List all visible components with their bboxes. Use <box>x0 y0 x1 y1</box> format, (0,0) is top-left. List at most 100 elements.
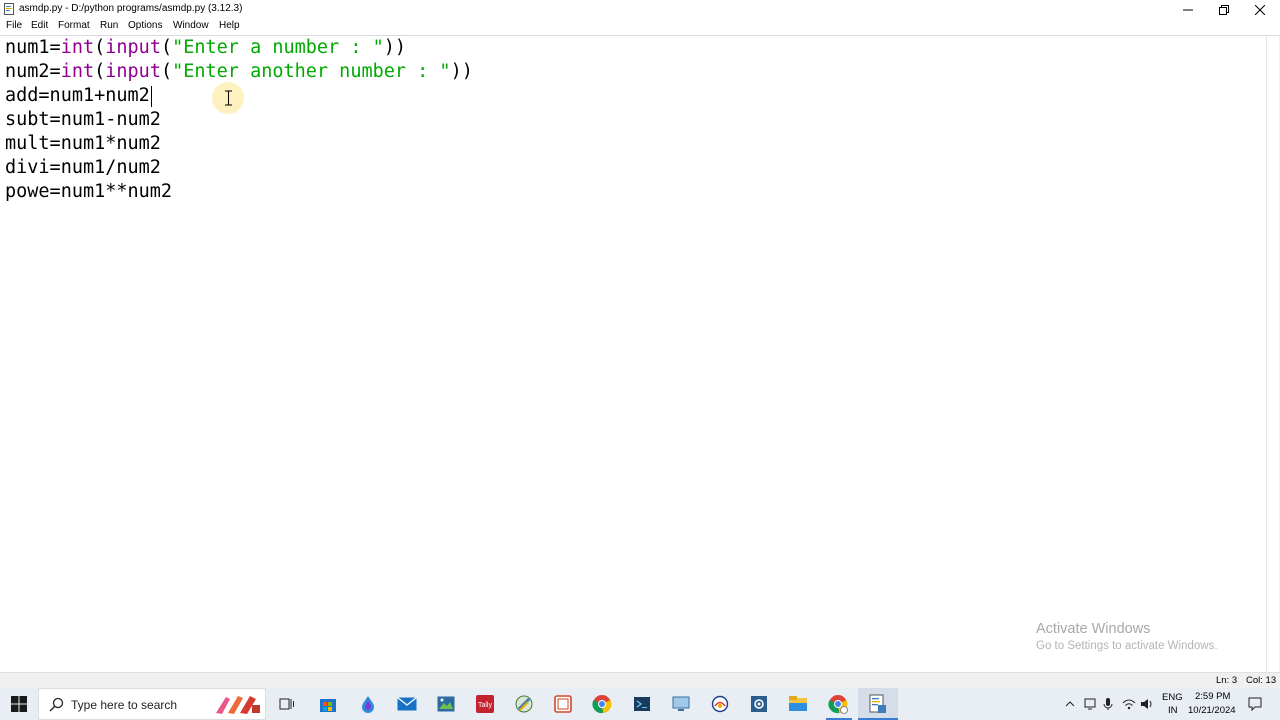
paint-icon <box>216 696 260 714</box>
close-button[interactable] <box>1242 0 1278 19</box>
clock[interactable]: 2:59 PM 10/21/2024 <box>1186 691 1238 717</box>
microphone-button[interactable] <box>1100 692 1116 716</box>
menu-window[interactable]: Window <box>173 20 209 31</box>
notification-icon <box>1248 697 1262 711</box>
svg-text:Tally: Tally <box>478 702 493 709</box>
store-icon <box>320 699 336 712</box>
search-icon <box>49 697 64 712</box>
code-line[interactable]: mult=num1*num2 <box>5 132 161 156</box>
code-line[interactable]: divi=num1/num2 <box>5 156 161 180</box>
terminal-app[interactable] <box>629 692 655 716</box>
builtin-token: input <box>105 61 161 82</box>
python-editor-icon <box>869 694 886 713</box>
code-line[interactable]: num2=int(input("Enter another number : "… <box>5 60 473 84</box>
menu-file[interactable]: File <box>6 20 22 31</box>
settings-icon <box>751 696 767 712</box>
file-explorer-app[interactable] <box>785 692 811 716</box>
tally-app[interactable]: Tally <box>472 692 498 716</box>
photos-app[interactable] <box>433 692 459 716</box>
display-icon <box>1084 698 1096 710</box>
close-icon <box>1255 4 1265 15</box>
code-token: num2= <box>5 61 61 82</box>
restore-icon <box>1219 4 1229 15</box>
wifi-icon <box>1122 699 1136 710</box>
menu-edit[interactable]: Edit <box>31 20 48 31</box>
idle-file-icon <box>4 3 14 15</box>
python-idle-icon <box>515 695 533 713</box>
region-code: IN <box>1168 705 1178 716</box>
settings-app[interactable] <box>746 692 772 716</box>
title-bar: asmdp.py - D:/python programs/asmdp.py (… <box>0 0 1280 19</box>
chrome-profile-icon <box>828 695 848 714</box>
line-indicator: Ln: 3 <box>1216 675 1238 686</box>
code-line[interactable]: add=num1+num2 <box>5 84 152 108</box>
drop-app-icon <box>362 696 374 713</box>
start-button[interactable] <box>0 688 38 720</box>
monitor-app[interactable] <box>668 692 694 716</box>
menu-options[interactable]: Options <box>128 20 162 31</box>
menu-format[interactable]: Format <box>58 20 90 31</box>
network-button[interactable] <box>1120 692 1138 716</box>
python-idle-app[interactable] <box>511 692 537 716</box>
restore-button[interactable] <box>1206 0 1242 19</box>
python-editor-app[interactable] <box>858 688 898 720</box>
photos-icon <box>437 696 455 712</box>
code-line[interactable]: subt=num1-num2 <box>5 108 161 132</box>
vpn-app[interactable] <box>707 692 733 716</box>
clock-time: 2:59 PM <box>1195 691 1231 702</box>
mail-app[interactable] <box>394 692 420 716</box>
code-line[interactable]: powe=num1**num2 <box>5 180 172 204</box>
activate-windows-subtitle: Go to Settings to activate Windows. <box>1036 640 1218 652</box>
explorer-icon <box>789 696 807 711</box>
builtin-token: int <box>60 37 95 58</box>
volume-button[interactable] <box>1139 692 1155 716</box>
drop-app[interactable] <box>355 692 381 716</box>
window-title: asmdp.py - D:/python programs/asmdp.py (… <box>19 3 243 14</box>
tally-icon: Tally <box>476 695 494 713</box>
scrollbar-thumb[interactable] <box>1267 36 1279 672</box>
office-app[interactable] <box>550 692 576 716</box>
code-token: ( <box>160 37 173 58</box>
ibeam-cursor-icon <box>225 90 232 106</box>
office-icon <box>554 695 572 713</box>
search-placeholder: Type here to search <box>71 698 178 712</box>
chrome-icon <box>592 695 612 714</box>
string-token: "Enter a number : " <box>172 37 384 58</box>
code-token: add=num1+num2 <box>5 85 150 106</box>
code-editor[interactable]: num1=int(input("Enter a number : ")) num… <box>0 36 1266 672</box>
status-bar: Ln: 3 Col: 13 <box>0 672 1280 689</box>
microphone-icon <box>1103 698 1113 710</box>
taskbar: Type here to search Tally ENG IN 2:59 PM… <box>0 688 1280 720</box>
windows-logo-icon <box>11 696 27 712</box>
tray-app[interactable] <box>1082 692 1098 716</box>
menu-run[interactable]: Run <box>100 20 118 31</box>
column-indicator: Col: 13 <box>1246 675 1277 686</box>
language-indicator[interactable]: ENG IN <box>1158 691 1186 717</box>
monitor-icon <box>672 696 690 711</box>
code-line[interactable]: num1=int(input("Enter a number : ")) <box>5 36 406 60</box>
vpn-icon <box>711 695 729 713</box>
store-app[interactable] <box>315 692 341 716</box>
code-token: ( <box>94 61 106 82</box>
text-caret <box>150 85 152 107</box>
language-code: ENG <box>1162 692 1183 703</box>
string-token: "Enter another number : " <box>172 61 451 82</box>
builtin-token: input <box>105 37 161 58</box>
menu-help[interactable]: Help <box>219 20 240 31</box>
clock-date: 10/21/2024 <box>1188 705 1236 716</box>
paint-app[interactable] <box>210 692 264 716</box>
minimize-button[interactable] <box>1170 0 1206 19</box>
show-hidden-icons-button[interactable] <box>1062 692 1078 716</box>
builtin-token: int <box>60 61 95 82</box>
notifications-button[interactable] <box>1244 692 1266 716</box>
chrome-app[interactable] <box>589 692 615 716</box>
speaker-icon <box>1141 699 1152 709</box>
code-token: )) <box>383 37 407 58</box>
code-token: ( <box>160 61 173 82</box>
code-token: ( <box>94 37 106 58</box>
task-view-icon <box>279 698 294 710</box>
task-view-button[interactable] <box>274 692 300 716</box>
terminal-icon <box>634 697 650 711</box>
chrome-profile-app[interactable] <box>825 692 851 716</box>
activate-windows-title: Activate Windows <box>1036 621 1151 637</box>
